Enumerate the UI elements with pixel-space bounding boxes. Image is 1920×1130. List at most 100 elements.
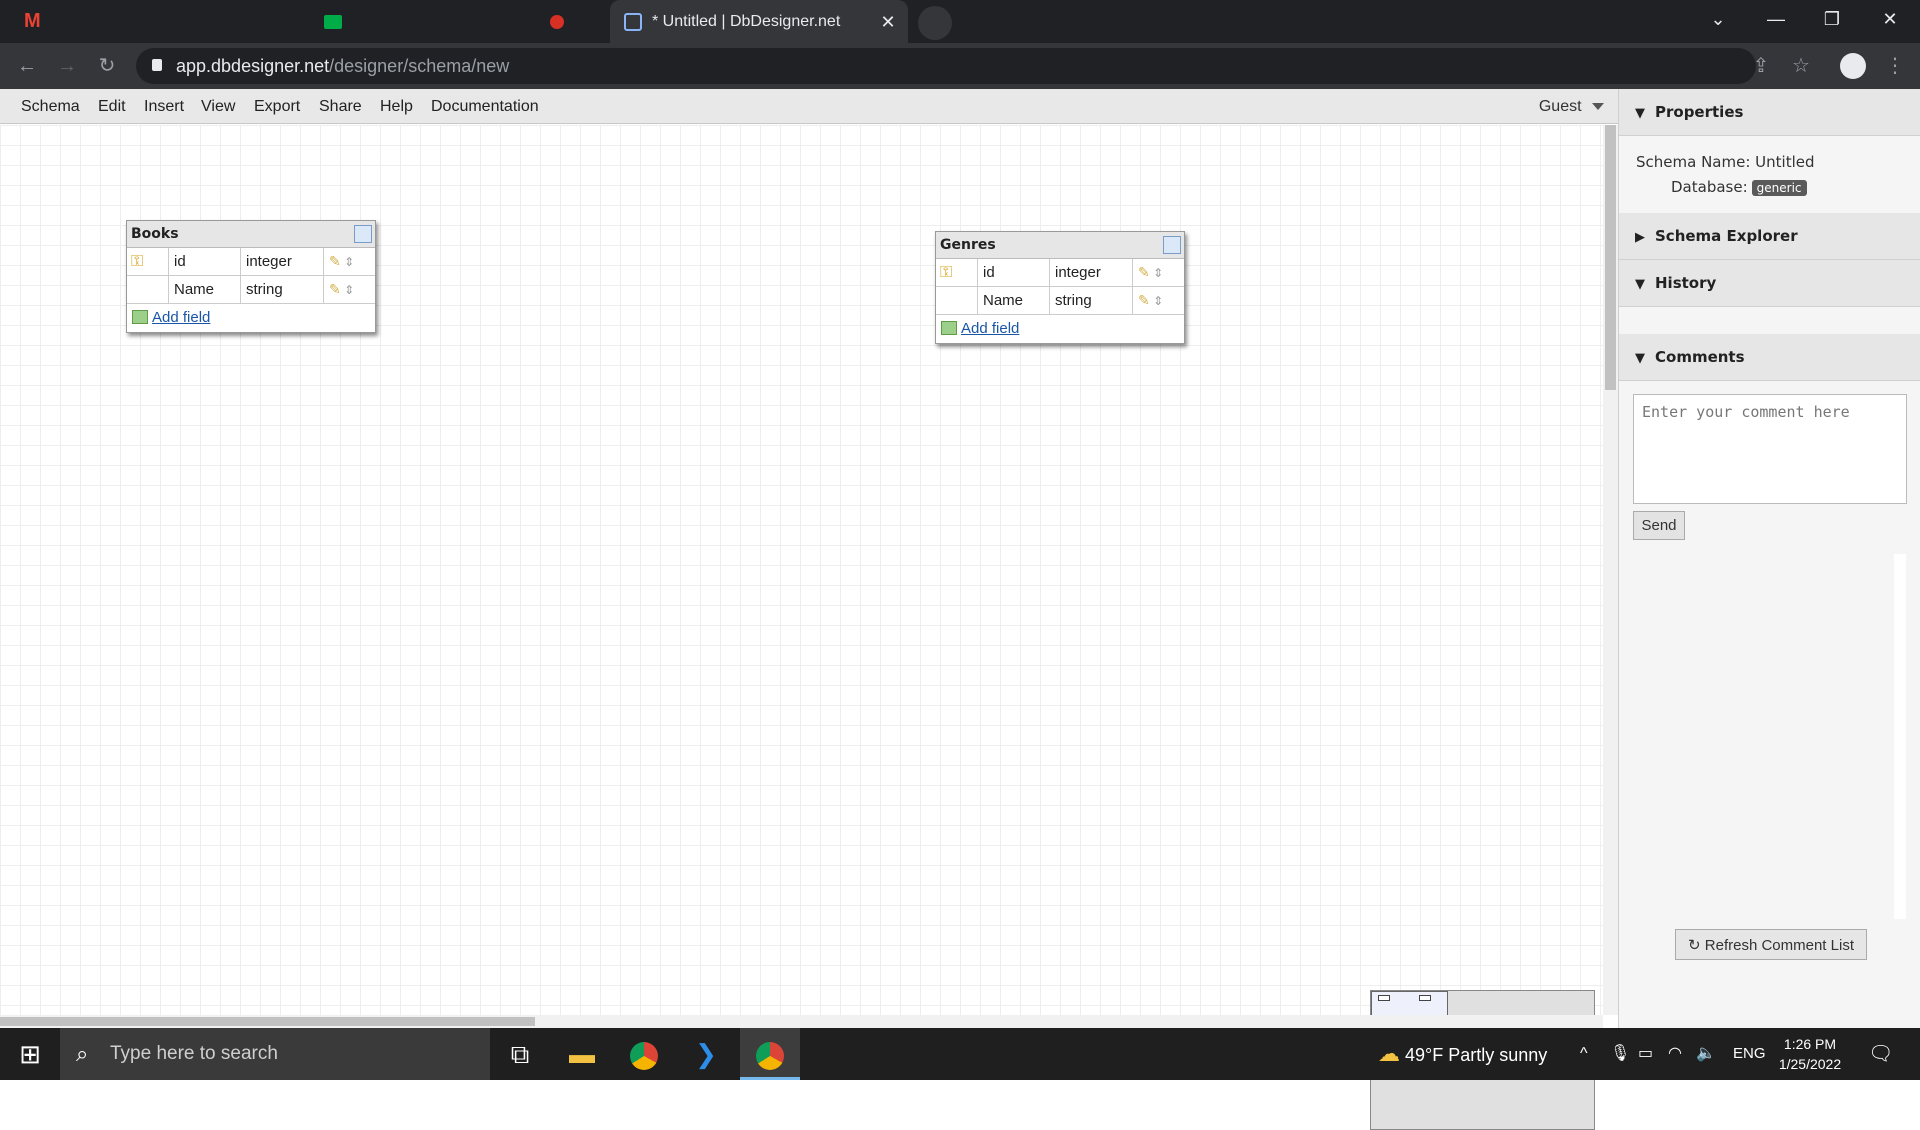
record-icon	[550, 14, 564, 29]
restore-icon[interactable]: ❐	[1804, 0, 1860, 40]
volume-icon[interactable]: 🔈	[1696, 1028, 1716, 1080]
forward-icon[interactable]: →	[52, 51, 82, 81]
menu-share[interactable]: Share	[319, 89, 362, 124]
browser-toolbar: ← → ↻ app.dbdesigner.net/designer/schema…	[0, 43, 1920, 89]
comment-input[interactable]	[1633, 394, 1907, 504]
chrome-icon[interactable]	[614, 1028, 674, 1080]
new-tab-button[interactable]	[918, 6, 952, 40]
properties-header[interactable]: ▼ Properties	[1619, 89, 1920, 136]
database-badge[interactable]: generic	[1751, 180, 1807, 196]
chrome-profile-icon[interactable]	[740, 1028, 800, 1080]
right-panel: ▼ Properties Schema Name: Untitled Databa…	[1618, 89, 1920, 1028]
field-name[interactable]: id	[978, 259, 1050, 286]
table-header[interactable]: Genres	[936, 232, 1184, 259]
menu-export[interactable]: Export	[254, 89, 300, 124]
battery-icon[interactable]: ▭	[1638, 1028, 1653, 1080]
edit-field-icon[interactable]: ✎	[329, 281, 341, 297]
field-type[interactable]: integer	[1050, 259, 1133, 286]
table-header[interactable]: Books	[127, 221, 375, 248]
table-row[interactable]: ⚿ id integer ✎ ⇕	[936, 259, 1184, 287]
send-button[interactable]: Send	[1633, 511, 1685, 540]
address-bar[interactable]: app.dbdesigner.net/designer/schema/new	[136, 48, 1756, 84]
menu-insert[interactable]: Insert	[144, 89, 184, 124]
wifi-icon[interactable]: ◠	[1668, 1028, 1682, 1080]
schema-canvas[interactable]: Books ⚿ id integer ✎ ⇕ Name string ✎ ⇕ A…	[0, 125, 1603, 1130]
schema-explorer-header[interactable]: ▶ Schema Explorer	[1619, 213, 1920, 260]
task-view-icon[interactable]: ⧉	[490, 1028, 550, 1080]
windows-start-icon[interactable]: ⊞	[0, 1028, 60, 1080]
field-type[interactable]: string	[241, 276, 324, 303]
add-field-link[interactable]: Add field	[152, 309, 210, 326]
reorder-icon[interactable]: ⇕	[344, 283, 354, 297]
vscode-icon[interactable]: ❯	[676, 1028, 736, 1080]
tab-dbdesigner[interactable]: * Untitled | DbDesigner.net ✕	[610, 0, 908, 43]
gmail-icon: M	[24, 10, 41, 32]
field-type[interactable]: string	[1050, 287, 1133, 314]
table-row[interactable]: ⚿ id integer ✎ ⇕	[127, 248, 375, 276]
reorder-icon[interactable]: ⇕	[1153, 294, 1163, 308]
close-window-icon[interactable]: ✕	[1862, 0, 1918, 40]
minimize-icon[interactable]: —	[1748, 0, 1804, 40]
table-books[interactable]: Books ⚿ id integer ✎ ⇕ Name string ✎ ⇕ A…	[126, 220, 376, 333]
language-indicator[interactable]: ENG	[1733, 1028, 1766, 1080]
history-header[interactable]: ▼ History	[1619, 260, 1920, 307]
url-path: /designer/schema/new	[329, 56, 510, 76]
close-tab-icon[interactable]: ✕	[876, 10, 900, 34]
comment-list-scrollbar[interactable]	[1894, 554, 1906, 919]
file-explorer-icon[interactable]: ▬	[552, 1028, 612, 1080]
field-name[interactable]: Name	[169, 276, 241, 303]
database-label: Database:	[1671, 178, 1748, 196]
field-type[interactable]: integer	[241, 248, 324, 275]
edit-table-icon[interactable]	[354, 225, 372, 243]
field-name[interactable]: id	[169, 248, 241, 275]
menu-edit[interactable]: Edit	[98, 89, 126, 124]
taskbar-search[interactable]: ⌕ Type here to search	[60, 1028, 490, 1080]
tab-gmail[interactable]: M	[0, 0, 300, 43]
menu-documentation[interactable]: Documentation	[431, 89, 539, 124]
edit-field-icon[interactable]: ✎	[329, 253, 341, 269]
microphone-icon[interactable]: 🎙	[1610, 1028, 1630, 1080]
menu-help[interactable]: Help	[380, 89, 413, 124]
table-genres[interactable]: Genres ⚿ id integer ✎ ⇕ Name string ✎ ⇕ …	[935, 231, 1185, 344]
tab-recording[interactable]	[550, 0, 570, 43]
star-icon[interactable]: ☆	[1786, 51, 1816, 81]
clock[interactable]: 1:26 PM 1/25/2022	[1770, 1034, 1850, 1074]
edit-table-icon[interactable]	[1163, 236, 1181, 254]
database-line: Database: generic	[1671, 178, 1807, 196]
reorder-icon[interactable]: ⇕	[1153, 266, 1163, 280]
reorder-icon[interactable]: ⇕	[344, 255, 354, 269]
table-name: Genres	[940, 237, 996, 253]
profile-icon[interactable]	[1838, 51, 1868, 81]
notifications-icon[interactable]: 🗨	[1868, 1028, 1893, 1080]
primary-key-icon: ⚿	[131, 253, 144, 270]
table-row[interactable]: Name string ✎ ⇕	[127, 276, 375, 304]
scroll-thumb[interactable]	[1605, 125, 1616, 390]
add-field-link[interactable]: Add field	[961, 320, 1019, 337]
share-icon[interactable]: ⇪	[1746, 51, 1776, 81]
show-hidden-icons-icon[interactable]: ^	[1580, 1028, 1588, 1080]
schema-name-label: Schema Name:	[1636, 153, 1751, 171]
user-menu[interactable]: Guest	[1539, 89, 1604, 124]
clock-date: 1/25/2022	[1778, 1056, 1842, 1072]
menu-schema[interactable]: Schema	[21, 89, 80, 124]
refresh-comment-list-button[interactable]: ↻ Refresh Comment List	[1675, 929, 1867, 960]
field-name[interactable]: Name	[978, 287, 1050, 314]
section-title: History	[1655, 274, 1717, 292]
chevron-down-icon: ▼	[1635, 351, 1645, 366]
scroll-thumb[interactable]	[0, 1017, 535, 1026]
canvas-vertical-scrollbar[interactable]	[1603, 125, 1618, 1015]
meet-icon	[324, 14, 342, 29]
back-icon[interactable]: ←	[12, 51, 42, 81]
comments-header[interactable]: ▼ Comments	[1619, 334, 1920, 381]
reload-icon[interactable]: ↻	[92, 51, 122, 81]
schema-name-value[interactable]: Untitled	[1755, 153, 1814, 171]
edit-field-icon[interactable]: ✎	[1138, 264, 1150, 280]
menu-icon[interactable]: ⋮	[1880, 51, 1910, 81]
refresh-label: Refresh Comment List	[1704, 936, 1854, 954]
tab-search-icon[interactable]: ⌄	[1690, 0, 1746, 40]
canvas-horizontal-scrollbar[interactable]	[0, 1015, 1603, 1028]
menu-view[interactable]: View	[201, 89, 235, 124]
edit-field-icon[interactable]: ✎	[1138, 292, 1150, 308]
table-row[interactable]: Name string ✎ ⇕	[936, 287, 1184, 315]
weather-widget[interactable]: ☁ 49°F Partly sunny	[1378, 1028, 1547, 1081]
